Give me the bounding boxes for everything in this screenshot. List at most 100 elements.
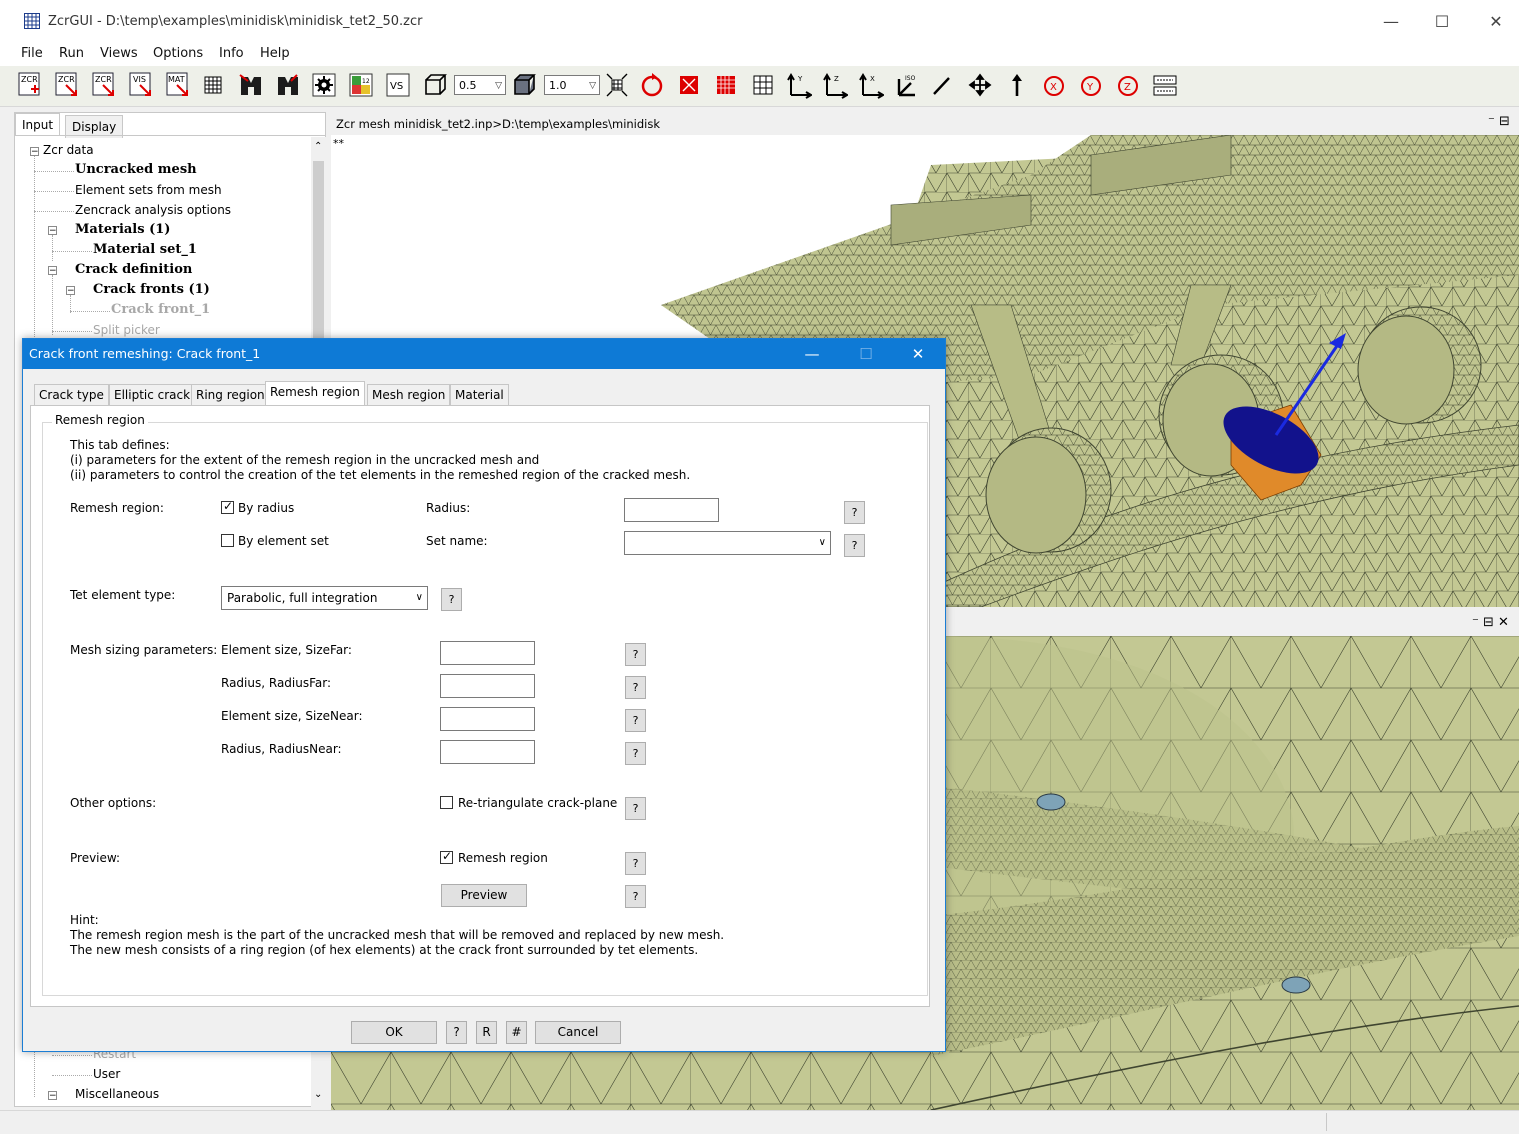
hash-button[interactable]: # [506,1021,527,1044]
scroll-up-icon[interactable]: ⌃ [314,141,322,152]
tree-item-analysis-options[interactable]: Zencrack analysis options [75,203,231,217]
dialog-close-button[interactable]: ✕ [895,339,941,369]
iso-view-icon[interactable]: ISO [894,71,920,99]
remesh-region-checkbox[interactable]: ✓ [440,849,453,864]
keyboard-icon[interactable] [1152,71,1178,99]
dialog-minimize-button[interactable]: — [789,339,835,369]
menu-file[interactable]: File [21,44,43,64]
radius-far-help-button[interactable]: ? [625,676,646,699]
tree-item-miscellaneous[interactable]: Miscellaneous [75,1087,159,1101]
rotate-z-icon[interactable]: Z [1115,71,1141,99]
red-square-icon[interactable] [676,71,702,99]
radius-near-input[interactable] [440,740,535,764]
collapse-icon[interactable]: − [48,226,57,236]
ok-button[interactable]: OK [351,1021,437,1044]
menu-run[interactable]: Run [59,44,84,64]
tree-item-element-sets[interactable]: Element sets from mesh [75,183,222,197]
size-near-input[interactable] [440,707,535,731]
axis-yx-icon[interactable]: Y [786,71,812,99]
set-name-dropdown[interactable]: ∨ [624,531,831,555]
solid-cube-icon[interactable] [511,71,537,99]
radius-near-help-button[interactable]: ? [625,742,646,765]
cancel-button[interactable]: Cancel [535,1021,621,1044]
help-button[interactable]: ? [446,1021,467,1044]
mesh-a-icon[interactable] [238,71,264,99]
scroll-thumb[interactable] [313,161,324,341]
tree-item-crack-definition[interactable]: Crack definition [75,262,192,277]
vis-icon[interactable]: VIS [128,71,154,99]
tree-item-materials[interactable]: Materials (1) [75,222,170,237]
retriangulate-checkbox[interactable] [440,796,453,809]
radius-input[interactable] [624,498,719,522]
zcr-open-icon[interactable]: ZCR [54,71,80,99]
settings-gear-icon[interactable] [311,71,337,99]
preview-button-help[interactable]: ? [625,885,646,908]
minimize-button[interactable]: — [1369,8,1413,36]
zcr-save-icon[interactable]: ZCR [91,71,117,99]
menu-options[interactable]: Options [153,44,203,64]
scroll-down-icon[interactable]: ⌄ [314,1089,322,1100]
size-far-help-button[interactable]: ? [625,643,646,666]
tet-type-dropdown[interactable]: Parabolic, full integration ∨ [221,586,428,610]
rotate-icon[interactable] [639,71,665,99]
maximize-button[interactable]: ☐ [1420,8,1464,36]
scale-combo[interactable]: 1.0 ▽ [544,75,600,95]
collapse-icon[interactable]: − [48,1091,57,1101]
by-radius-checkbox[interactable]: ✓ [221,499,234,514]
pan-icon[interactable] [967,71,993,99]
tab-remesh-region[interactable]: Remesh region [265,381,365,406]
colormap-icon[interactable]: 12 [348,71,374,99]
rotate-y-icon[interactable]: Y [1078,71,1104,99]
tab-mesh-region[interactable]: Mesh region [367,384,451,407]
wireframe-cube-icon[interactable] [422,71,448,99]
line-icon[interactable] [929,71,955,99]
retriangulate-help-button[interactable]: ? [625,797,646,820]
menu-info[interactable]: Info [219,44,244,64]
dialog-title: Crack front remeshing: Crack front_1 [29,346,261,361]
collapse-icon[interactable]: − [48,266,57,276]
grid-icon[interactable] [750,71,776,99]
menu-help[interactable]: Help [260,44,290,64]
tab-ring-region[interactable]: Ring region [191,384,270,407]
mat-icon[interactable]: MAT [165,71,191,99]
viewport-1-controls[interactable]: ⁻ ⊟ [1488,114,1510,129]
preview-help-button[interactable]: ? [625,852,646,875]
radius-help-button[interactable]: ? [844,501,865,524]
tab-elliptic-crack[interactable]: Elliptic crack [109,384,196,407]
close-button[interactable]: ✕ [1474,8,1518,36]
tab-material[interactable]: Material [450,384,509,407]
tree-item-user[interactable]: User [93,1067,120,1081]
tree-item-material-set[interactable]: Material set_1 [93,242,197,257]
vs-icon[interactable]: VS [385,71,411,99]
size-far-input[interactable] [440,641,535,665]
dialog-maximize-button[interactable]: ☐ [843,339,889,369]
collapse-icon[interactable]: − [66,286,75,296]
mesh-b-icon[interactable] [275,71,301,99]
mesh-grid-icon[interactable] [201,71,227,99]
radius-far-input[interactable] [440,674,535,698]
by-element-set-checkbox[interactable] [221,534,234,547]
rotate-x-icon[interactable]: X [1041,71,1067,99]
axis-zy-icon[interactable]: Z [822,71,848,99]
reset-view-icon[interactable] [604,71,630,99]
tet-type-help-button[interactable]: ? [441,588,462,611]
opacity-combo[interactable]: 0.5 ▽ [454,75,506,95]
reset-button[interactable]: R [476,1021,497,1044]
collapse-icon[interactable]: − [30,147,39,157]
preview-button[interactable]: Preview [441,884,527,907]
set-name-help-button[interactable]: ? [844,534,865,557]
tab-input[interactable]: Input [15,113,61,136]
tree-item-zcr-data[interactable]: Zcr data [43,143,94,157]
zcr-new-icon[interactable]: ZCR [17,71,43,99]
tree-item-uncracked-mesh[interactable]: Uncracked mesh [75,162,197,177]
menu-views[interactable]: Views [100,44,138,64]
tree-item-crack-front-1[interactable]: Crack front_1 [111,302,210,317]
arrow-up-icon[interactable] [1004,71,1030,99]
axis-xz-icon[interactable]: X [858,71,884,99]
red-mesh-icon[interactable] [713,71,739,99]
size-near-help-button[interactable]: ? [625,709,646,732]
tab-crack-type[interactable]: Crack type [34,384,109,407]
tree-item-crack-fronts[interactable]: Crack fronts (1) [93,282,210,297]
tree-item-split-picker[interactable]: Split picker [93,323,160,337]
viewport-2-controls[interactable]: ⁻ ⊟ ✕ [1472,615,1509,630]
